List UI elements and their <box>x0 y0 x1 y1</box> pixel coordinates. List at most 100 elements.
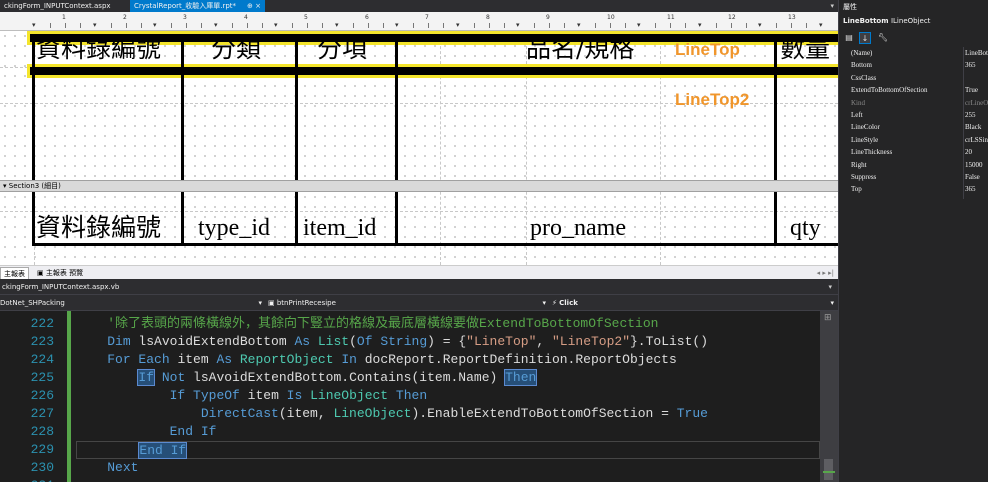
column-line[interactable] <box>181 34 184 180</box>
tab-main-report[interactable]: 主報表 <box>0 267 29 279</box>
property-value[interactable]: 20 <box>965 146 988 158</box>
property-value[interactable]: 365 <box>965 59 988 71</box>
ruler-tick <box>247 23 248 28</box>
ruler-guide-marker[interactable]: ▾ <box>577 22 581 29</box>
report-designer[interactable]: 資料錄編號 分類 分項 品名/規格 數量 LineTop LineTop2 ▾ … <box>0 31 838 265</box>
ruler-guide-marker[interactable]: ▾ <box>395 22 399 29</box>
ruler-guide-marker[interactable]: ▾ <box>516 22 520 29</box>
scroll-split-icon[interactable]: ⊞ <box>824 313 832 323</box>
detail-field-pro-name[interactable]: pro_name <box>530 213 626 243</box>
categorized-icon[interactable]: ▤ <box>843 32 855 44</box>
header-field-category[interactable]: 分類 <box>211 34 261 64</box>
property-value[interactable]: 15000 <box>965 159 988 171</box>
property-value[interactable]: Black <box>965 121 988 133</box>
event-dropdown[interactable]: ⚡ Click ▾ <box>552 295 834 311</box>
ruler-guide-marker[interactable]: ▾ <box>758 22 762 29</box>
property-value[interactable]: crLineObject <box>965 97 988 109</box>
ruler-guide-marker[interactable]: ▾ <box>456 22 460 29</box>
ruler-guide-marker[interactable]: ▾ <box>93 22 97 29</box>
property-row[interactable]: CssClass <box>839 72 988 84</box>
ruler-guide-marker[interactable]: ▾ <box>274 22 278 29</box>
property-row[interactable]: LineStyle crLSSingle <box>839 134 988 146</box>
detail-field-type-id[interactable]: type_id <box>198 213 270 243</box>
column-line[interactable] <box>395 192 398 246</box>
header-field-product-spec[interactable]: 品名/規格 <box>526 34 634 64</box>
property-row[interactable]: Bottom 365 <box>839 59 988 71</box>
code-line[interactable]: If Not lsAvoidExtendBottom.Contains(item… <box>76 369 820 387</box>
pin-icon[interactable]: ⊕ × <box>247 0 261 12</box>
property-row[interactable]: Kind crLineObject <box>839 97 988 109</box>
property-value[interactable]: 365 <box>965 183 988 195</box>
line-bottom[interactable] <box>32 243 838 246</box>
tab-inputcontext-aspx[interactable]: ckingForm_INPUTContext.aspx <box>0 0 130 12</box>
tab-scroll-arrows-icon[interactable]: ◂ ▸ ▸| <box>817 266 834 280</box>
ruler-guide-marker[interactable]: ▾ <box>819 22 823 29</box>
property-row[interactable]: Right 15000 <box>839 159 988 171</box>
property-row[interactable]: (Name) LineBottom <box>839 47 988 59</box>
tab-main-report-preview[interactable]: ▣ 主報表 預覽 <box>34 267 86 279</box>
detail-field-record-no[interactable]: 資料錄編號 <box>36 213 161 243</box>
editor-tab-bar: ckingForm_INPUTContext.aspx.vb ▾ <box>0 279 838 295</box>
header-field-record-no[interactable]: 資料錄編號 <box>36 34 161 64</box>
code-line[interactable]: '除了表頭的兩條橫線外，其餘向下豎立的格線及最底層橫線要做ExtendToBot… <box>76 315 820 333</box>
section-detail-bar[interactable]: ▾ Section3 (細目) <box>0 180 838 192</box>
selected-object-header[interactable]: LineBottom ILineObject <box>843 15 930 27</box>
code-editor[interactable]: ⊞ 222 '除了表頭的兩條橫線外，其餘向下豎立的格線及最底層橫線要做Exten… <box>0 311 838 482</box>
line-top2[interactable] <box>27 64 838 78</box>
property-row[interactable]: ExtendToBottomOfSection True <box>839 84 988 96</box>
ruler-guide-marker[interactable]: ▾ <box>698 22 702 29</box>
property-value[interactable]: False <box>965 171 988 183</box>
detail-field-qty[interactable]: qty <box>790 213 821 243</box>
code-line[interactable]: End If <box>76 441 820 459</box>
ruler-guide-marker[interactable]: ▾ <box>335 22 339 29</box>
code-line[interactable]: If TypeOf item Is LineObject Then <box>76 387 820 405</box>
header-field-subcategory[interactable]: 分項 <box>317 34 367 64</box>
property-row[interactable]: Suppress False <box>839 171 988 183</box>
column-line[interactable] <box>295 192 298 246</box>
code-line[interactable]: DirectCast(item, LineObject).EnableExten… <box>76 405 820 423</box>
tab-crystal-report[interactable]: CrystalReport_收驗入庫單.rpt* ⊕ × <box>130 0 265 12</box>
property-row[interactable]: LineThickness 20 <box>839 146 988 158</box>
code-line[interactable]: Dim lsAvoidExtendBottom As List(Of Strin… <box>76 333 820 351</box>
property-name: LineColor <box>851 123 880 132</box>
detail-field-item-id[interactable]: item_id <box>303 213 376 243</box>
tab-overflow-icon[interactable]: ▾ <box>830 0 834 12</box>
code-line[interactable]: For Each item As ReportObject In docRepo… <box>76 351 820 369</box>
alphabetical-icon[interactable]: ↓ <box>859 32 871 44</box>
ruler-guide-marker[interactable]: ▾ <box>214 22 218 29</box>
property-value[interactable]: LineBottom <box>965 47 988 59</box>
header-field-quantity[interactable]: 數量 <box>780 34 830 64</box>
property-row[interactable]: Left 255 <box>839 109 988 121</box>
column-line[interactable] <box>32 192 35 246</box>
ruler-tick <box>50 23 51 28</box>
ruler-guide-marker[interactable]: ▾ <box>32 22 36 29</box>
scroll-thumb[interactable] <box>824 459 833 480</box>
code-line[interactable]: Next <box>76 459 820 477</box>
column-line[interactable] <box>32 34 35 180</box>
ruler-guide-marker[interactable]: ▾ <box>153 22 157 29</box>
property-row[interactable]: LineColor Black <box>839 121 988 133</box>
vertical-scrollbar[interactable]: ⊞ <box>820 311 838 482</box>
tab-overflow-icon[interactable]: ▾ <box>828 279 832 295</box>
ruler-number: 6 <box>365 14 369 21</box>
object-dropdown[interactable]: ▣ btnPrintRecesipe ▾ <box>268 295 546 311</box>
code-token: True <box>676 406 708 421</box>
code-line[interactable]: End If <box>76 423 820 441</box>
object-type: ILineObject <box>890 17 931 25</box>
column-line[interactable] <box>774 192 777 246</box>
property-value[interactable]: True <box>965 84 988 96</box>
tab-code-file[interactable]: ckingForm_INPUTContext.aspx.vb <box>0 279 119 295</box>
code-line[interactable] <box>76 477 820 482</box>
ruler-guide-marker[interactable]: ▾ <box>637 22 641 29</box>
column-line[interactable] <box>774 34 777 180</box>
property-value[interactable]: 255 <box>965 109 988 121</box>
column-line[interactable] <box>295 34 298 180</box>
property-row[interactable]: Top 365 <box>839 183 988 195</box>
column-line[interactable] <box>395 34 398 180</box>
wrench-icon[interactable]: 🔧︎ <box>877 32 889 44</box>
property-value[interactable]: crLSSingle <box>965 134 988 146</box>
column-line[interactable] <box>181 192 184 246</box>
line-number: 226 <box>30 388 54 403</box>
project-dropdown[interactable]: DotNet_SHPacking ▾ <box>0 295 262 311</box>
